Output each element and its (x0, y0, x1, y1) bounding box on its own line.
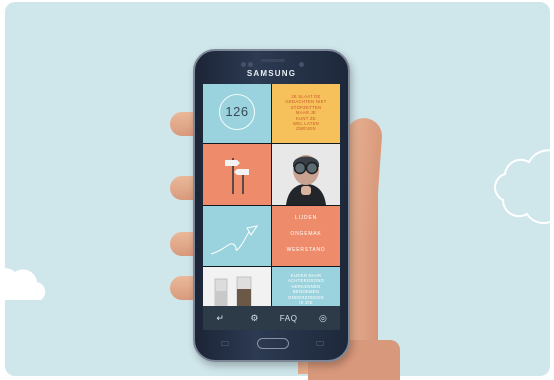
recent-apps-key[interactable] (221, 341, 229, 346)
tile-observe[interactable]: KIJKEN NAAR ACHTERGROND HERKENNEN BENOEM… (272, 267, 340, 306)
signpost-icon (225, 158, 249, 194)
tile-photo-pilot[interactable] (272, 144, 340, 205)
sensor (241, 62, 246, 67)
earpiece (261, 59, 285, 62)
phone-screen: 126 JE SLAAT DE GEDACHTEN NIET STOPZETTE… (203, 84, 340, 330)
glasses-photo (203, 267, 271, 306)
back-key[interactable] (316, 341, 324, 346)
tile-counter[interactable]: 126 (203, 84, 271, 143)
back-icon[interactable]: ↵ (207, 308, 233, 328)
sensor (248, 62, 253, 67)
cloud-decoration-left (5, 268, 46, 300)
bottom-toolbar: ↵ ⚙ FAQ ◎ (203, 306, 340, 330)
tile-grid: 126 JE SLAAT DE GEDACHTEN NIET STOPZETTE… (203, 84, 340, 306)
tile-glasses-photo[interactable] (203, 267, 271, 306)
home-button[interactable] (257, 338, 289, 349)
word-lijden: LIJDEN (294, 215, 318, 221)
pilot-photo (272, 144, 340, 205)
brand-logo: SAMSUNG (246, 69, 297, 78)
front-camera (299, 62, 304, 67)
kite-icon (210, 225, 259, 255)
word-weerstand: WEERSTAND (286, 247, 326, 253)
tile-signpost[interactable] (203, 144, 271, 205)
smartphone: SAMSUNG 126 JE SLAAT DE GEDACHTEN NIET S… (193, 49, 350, 362)
tile-words[interactable]: LIJDEN ONGEMAK WEERSTAND (272, 206, 340, 266)
observe-text: KIJKEN NAAR ACHTERGROND HERKENNEN BENOEM… (287, 273, 325, 306)
cloud-decoration-right (494, 149, 550, 224)
quote-text: JE SLAAT DE GEDACHTEN NIET STOPZETTEN MA… (285, 94, 327, 132)
tile-kite[interactable] (203, 206, 271, 266)
tile-quote[interactable]: JE SLAAT DE GEDACHTEN NIET STOPZETTEN MA… (272, 84, 340, 143)
faq-button[interactable]: FAQ (276, 308, 302, 328)
settings-icon[interactable]: ⚙ (241, 308, 267, 328)
profile-icon[interactable]: ◎ (310, 308, 336, 328)
counter-value: 126 (225, 104, 249, 119)
word-ongemak: ONGEMAK (290, 231, 322, 237)
